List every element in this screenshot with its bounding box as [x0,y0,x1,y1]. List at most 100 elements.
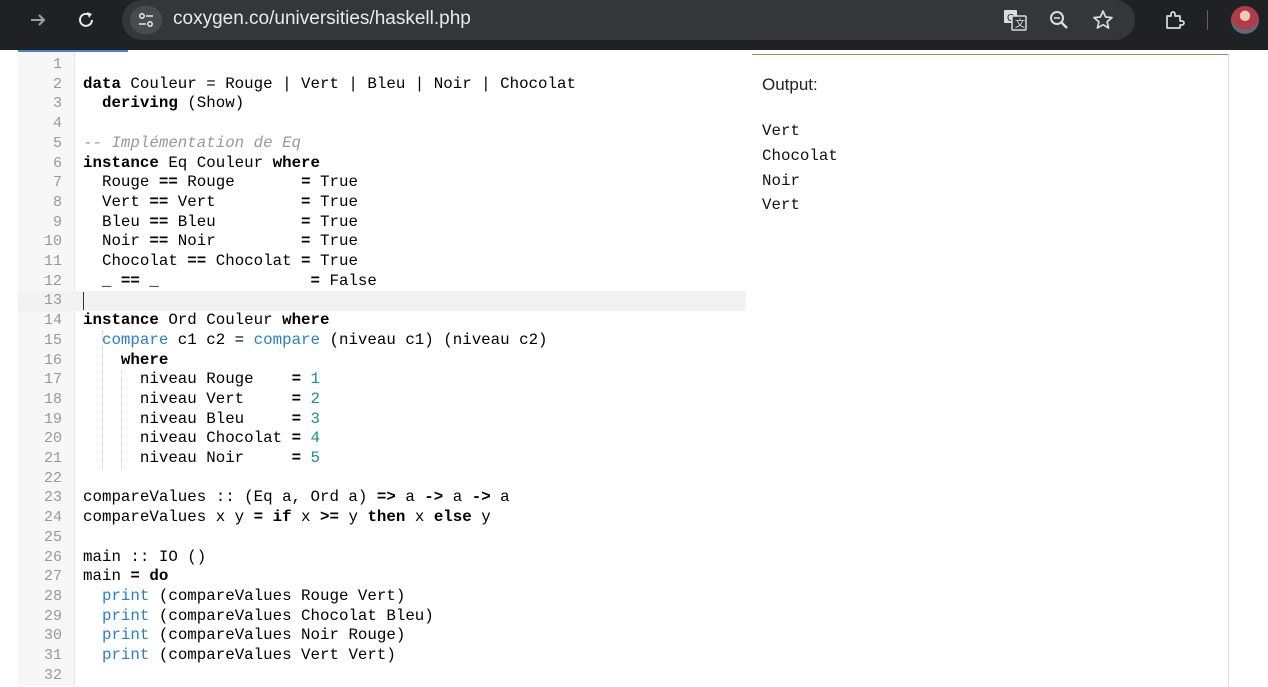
code-line[interactable]: 20 niveau Chocolat = 4 [18,429,746,449]
code-text[interactable]: -- Implémentation de Eq [83,134,301,154]
code-line[interactable]: 13 [18,291,746,312]
code-text[interactable]: deriving (Show) [83,94,244,114]
code-token: = [291,449,302,467]
code-text[interactable]: niveau Vert = 2 [83,390,320,410]
reload-icon[interactable] [70,6,102,34]
line-number: 14 [43,312,62,330]
code-line[interactable]: 1 [18,55,746,75]
code-line[interactable]: 2 data Couleur = Rouge | Vert | Bleu | No… [18,75,746,95]
code-text[interactable]: niveau Rouge = 1 [83,370,320,390]
code-line[interactable]: 8 Vert == Vert = True [18,193,746,213]
code-text[interactable]: Rouge == Rouge = True [83,173,358,193]
code-text[interactable]: _ == _ = False [83,272,377,292]
code-token: data [83,74,121,93]
code-line[interactable]: 21 niveau Noir = 5 [18,449,746,469]
code-text[interactable]: Chocolat == Chocolat = True [83,252,358,272]
code-token: == [149,192,169,211]
code-token: Ord Couleur [158,311,283,330]
code-token: main [83,567,131,586]
code-line[interactable]: 9 Bleu == Bleu = True [18,213,746,233]
code-text[interactable]: print (compareValues Chocolat Bleu) [83,607,434,627]
code-token: = [310,271,321,290]
code-text[interactable]: Bleu == Bleu = True [83,213,358,233]
code-text[interactable]: Vert == Vert = True [83,193,358,213]
code-token: (compareValues Noir Rouge) [149,626,406,645]
code-token: x [405,508,434,527]
line-number: 29 [43,607,62,625]
code-text[interactable]: print (compareValues Vert Vert) [83,646,396,666]
code-line[interactable]: 16 where [18,351,746,371]
code-line[interactable]: 10 Noir == Noir = True [18,232,746,252]
code-token: x [291,508,321,527]
code-text[interactable]: compareValues x y = if x >= y then x els… [83,508,491,528]
code-line[interactable]: 25 [18,528,746,548]
code-line[interactable]: 4 [18,114,746,134]
code-text[interactable]: where [83,351,168,371]
code-line[interactable]: 5 -- Implémentation de Eq [18,134,746,154]
zoom-icon[interactable] [1046,7,1072,33]
code-token: niveau Vert [83,389,292,408]
code-text[interactable]: main = do [83,567,168,587]
code-token: niveau Noir [83,449,292,467]
code-line[interactable]: 17 niveau Rouge = 1 [18,370,746,390]
code-token: True [310,252,358,270]
code-token: Chocolat [83,252,188,270]
code-line[interactable]: 23 compareValues :: (Eq a, Ord a) => a ->… [18,488,746,508]
code-text[interactable]: niveau Noir = 5 [83,449,320,469]
code-line[interactable]: 31 print (compareValues Vert Vert) [18,646,746,666]
code-text[interactable]: instance Eq Couleur where [83,154,320,174]
site-settings-icon[interactable] [130,6,162,34]
code-text[interactable]: compare c1 c2 = compare (niveau c1) (niv… [83,331,548,351]
code-editor[interactable]: 1 2 data Couleur = Rouge | Vert | Bleu | N… [18,52,746,686]
output-panel: Output: Vert Chocolat Noir Vert [752,54,1229,687]
code-line[interactable]: 11 Chocolat == Chocolat = True [18,252,746,272]
code-line[interactable]: 26 main :: IO () [18,548,746,568]
forward-arrow-icon[interactable] [22,6,54,34]
code-line[interactable]: 24 compareValues x y = if x >= y then x e… [18,508,746,528]
code-text[interactable]: Noir == Noir = True [83,232,358,252]
code-token: instance [83,311,159,330]
code-line[interactable]: 6 instance Eq Couleur where [18,154,746,174]
code-line[interactable]: 7 Rouge == Rouge = True [18,173,746,193]
url-text[interactable]: coxygen.co/universities/haskell.php [173,8,471,30]
extensions-icon[interactable] [1160,6,1188,34]
code-text[interactable]: niveau Chocolat = 4 [83,429,320,449]
code-text[interactable]: instance Ord Couleur where [83,311,330,331]
code-line[interactable]: 15 compare c1 c2 = compare (niveau c1) (… [18,331,746,351]
code-line[interactable]: 19 niveau Bleu = 3 [18,410,746,430]
code-line[interactable]: 18 niveau Vert = 2 [18,390,746,410]
code-line[interactable]: 32 [18,666,746,686]
code-line[interactable]: 14 instance Ord Couleur where [18,311,746,331]
code-token: 5 [310,449,321,467]
code-token: Vert [168,192,302,211]
code-token: _ [139,271,311,290]
bookmark-star-icon[interactable] [1090,7,1116,33]
code-line[interactable]: 30 print (compareValues Noir Rouge) [18,626,746,646]
code-text[interactable]: compareValues :: (Eq a, Ord a) => a -> a… [83,488,510,508]
code-text[interactable]: niveau Bleu = 3 [83,410,320,430]
code-token: == [187,252,207,270]
code-line[interactable]: 28 print (compareValues Rouge Vert) [18,587,746,607]
profile-avatar[interactable] [1231,6,1259,34]
code-line[interactable]: 3 deriving (Show) [18,94,746,114]
code-text[interactable]: print (compareValues Noir Rouge) [83,626,405,646]
code-line[interactable]: 29 print (compareValues Chocolat Bleu) [18,607,746,627]
code-token: = [301,173,311,192]
translate-icon[interactable]: G文 [1002,7,1028,33]
line-number: 13 [43,292,62,310]
code-text[interactable]: main :: IO () [83,548,206,568]
code-line[interactable]: 12 _ == _ = False [18,272,746,292]
code-text[interactable]: data Couleur = Rouge | Vert | Bleu | Noi… [83,75,576,95]
line-number: 18 [43,390,62,408]
line-number: 23 [43,489,62,507]
code-token: Rouge [83,173,159,192]
line-number: 1 [52,56,62,73]
code-line[interactable]: 22 [18,469,746,489]
code-text[interactable]: print (compareValues Rouge Vert) [83,587,405,607]
output-line: Vert [762,196,800,215]
address-bar[interactable]: coxygen.co/universities/haskell.php G文 [122,0,1135,40]
code-line[interactable]: 27 main = do [18,567,746,587]
